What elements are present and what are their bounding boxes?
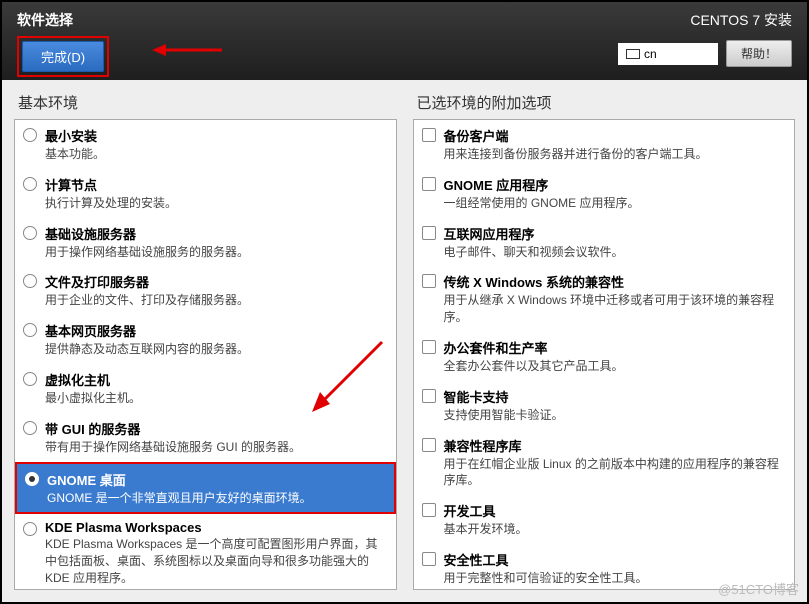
checkbox-icon[interactable] — [422, 552, 436, 566]
radio-icon[interactable] — [25, 472, 39, 486]
addon-title: 已选环境的附加选项 — [413, 92, 796, 113]
addon-item[interactable]: 智能卡支持支持使用智能卡验证。 — [414, 381, 795, 430]
lang-text: cn — [644, 47, 657, 61]
checkbox-icon[interactable] — [422, 177, 436, 191]
keyboard-indicator[interactable]: cn — [618, 43, 718, 65]
radio-icon[interactable] — [23, 226, 37, 240]
radio-icon[interactable] — [23, 323, 37, 337]
checkbox-icon[interactable] — [422, 128, 436, 142]
env-item-title: 带 GUI 的服务器 — [45, 419, 388, 438]
checkbox-icon[interactable] — [422, 340, 436, 354]
addon-item-title: 办公套件和生产率 — [444, 338, 787, 357]
help-button[interactable]: 帮助！ — [726, 40, 792, 67]
addon-item-title: 传统 X Windows 系统的兼容性 — [444, 272, 787, 291]
env-item-title: KDE Plasma Workspaces — [45, 520, 388, 535]
addon-item-title: 安全性工具 — [444, 550, 787, 569]
env-item-desc: 基本功能。 — [45, 146, 388, 163]
env-item-title: 基本网页服务器 — [45, 321, 388, 340]
env-item-title: 基础设施服务器 — [45, 224, 388, 243]
env-item-desc: 带有用于操作网络基础设施服务 GUI 的服务器。 — [45, 439, 388, 456]
base-env-item[interactable]: KDE Plasma WorkspacesKDE Plasma Workspac… — [15, 514, 396, 590]
base-env-item[interactable]: 虚拟化主机最小虚拟化主机。 — [15, 364, 396, 413]
checkbox-icon[interactable] — [422, 389, 436, 403]
addon-item[interactable]: 办公套件和生产率全套办公套件以及其它产品工具。 — [414, 332, 795, 381]
addon-item[interactable]: 传统 X Windows 系统的兼容性用于从继承 X Windows 环境中迁移… — [414, 266, 795, 332]
addon-item[interactable]: 互联网应用程序电子邮件、聊天和视频会议软件。 — [414, 218, 795, 267]
addon-item-title: 智能卡支持 — [444, 387, 787, 406]
env-item-desc: 执行计算及处理的安装。 — [45, 195, 388, 212]
base-env-item[interactable]: 基础设施服务器用于操作网络基础设施服务的服务器。 — [15, 218, 396, 267]
addon-item-desc: 一组经常使用的 GNOME 应用程序。 — [444, 195, 787, 212]
addon-item[interactable]: 开发工具基本开发环境。 — [414, 495, 795, 544]
env-item-desc: 用于企业的文件、打印及存储服务器。 — [45, 292, 388, 309]
addon-item[interactable]: 兼容性程序库用于在红帽企业版 Linux 的之前版本中构建的应用程序的兼容程序库… — [414, 430, 795, 496]
radio-icon[interactable] — [23, 522, 37, 536]
addon-item-title: 互联网应用程序 — [444, 224, 787, 243]
base-env-item[interactable]: 带 GUI 的服务器带有用于操作网络基础设施服务 GUI 的服务器。 — [15, 413, 396, 462]
radio-icon[interactable] — [23, 421, 37, 435]
install-title: CENTOS 7 安装 — [690, 10, 792, 30]
addon-item-desc: 用来连接到备份服务器并进行备份的客户端工具。 — [444, 146, 787, 163]
base-env-item[interactable]: 计算节点执行计算及处理的安装。 — [15, 169, 396, 218]
env-item-title: 文件及打印服务器 — [45, 272, 388, 291]
radio-icon[interactable] — [23, 177, 37, 191]
checkbox-icon[interactable] — [422, 438, 436, 452]
done-button[interactable]: 完成(D) — [22, 41, 104, 72]
checkbox-icon[interactable] — [422, 503, 436, 517]
env-item-desc: GNOME 是一个非常直观且用户友好的桌面环境。 — [47, 490, 386, 507]
base-env-item[interactable]: 基本网页服务器提供静态及动态互联网内容的服务器。 — [15, 315, 396, 364]
env-item-title: 最小安装 — [45, 126, 388, 145]
addon-item-title: 备份客户端 — [444, 126, 787, 145]
env-item-desc: 最小虚拟化主机。 — [45, 390, 388, 407]
env-item-desc: KDE Plasma Workspaces 是一个高度可配置图形用户界面，其中包… — [45, 536, 388, 586]
addon-item-title: GNOME 应用程序 — [444, 175, 787, 194]
page-title: 软件选择 — [17, 10, 109, 30]
base-env-item[interactable]: 文件及打印服务器用于企业的文件、打印及存储服务器。 — [15, 266, 396, 315]
env-item-title: GNOME 桌面 — [47, 470, 386, 489]
addon-item-title: 兼容性程序库 — [444, 436, 787, 455]
checkbox-icon[interactable] — [422, 274, 436, 288]
keyboard-icon — [626, 49, 640, 59]
addon-item[interactable]: GNOME 应用程序一组经常使用的 GNOME 应用程序。 — [414, 169, 795, 218]
env-item-desc: 用于操作网络基础设施服务的服务器。 — [45, 244, 388, 261]
base-env-list: 最小安装基本功能。计算节点执行计算及处理的安装。基础设施服务器用于操作网络基础设… — [14, 119, 397, 590]
base-env-item[interactable]: 最小安装基本功能。 — [15, 120, 396, 169]
addon-item-desc: 用于在红帽企业版 Linux 的之前版本中构建的应用程序的兼容程序库。 — [444, 456, 787, 490]
addon-item-desc: 用于从继承 X Windows 环境中迁移或者可用于该环境的兼容程序。 — [444, 292, 787, 326]
env-item-title: 计算节点 — [45, 175, 388, 194]
checkbox-icon[interactable] — [422, 226, 436, 240]
base-env-title: 基本环境 — [14, 92, 397, 113]
radio-icon[interactable] — [23, 128, 37, 142]
radio-icon[interactable] — [23, 274, 37, 288]
radio-icon[interactable] — [23, 372, 37, 386]
env-item-desc: 提供静态及动态互联网内容的服务器。 — [45, 341, 388, 358]
done-highlight: 完成(D) — [17, 36, 109, 77]
watermark: @51CTO博客 — [718, 579, 799, 598]
addon-list: 备份客户端用来连接到备份服务器并进行备份的客户端工具。GNOME 应用程序一组经… — [413, 119, 796, 590]
addon-item-title: 开发工具 — [444, 501, 787, 520]
addon-item-desc: 全套办公套件以及其它产品工具。 — [444, 358, 787, 375]
addon-item-desc: 基本开发环境。 — [444, 521, 787, 538]
addon-item-desc: 电子邮件、聊天和视频会议软件。 — [444, 244, 787, 261]
addon-item-desc: 支持使用智能卡验证。 — [444, 407, 787, 424]
addon-item[interactable]: 备份客户端用来连接到备份服务器并进行备份的客户端工具。 — [414, 120, 795, 169]
env-item-title: 虚拟化主机 — [45, 370, 388, 389]
base-env-item[interactable]: GNOME 桌面GNOME 是一个非常直观且用户友好的桌面环境。 — [15, 462, 396, 515]
